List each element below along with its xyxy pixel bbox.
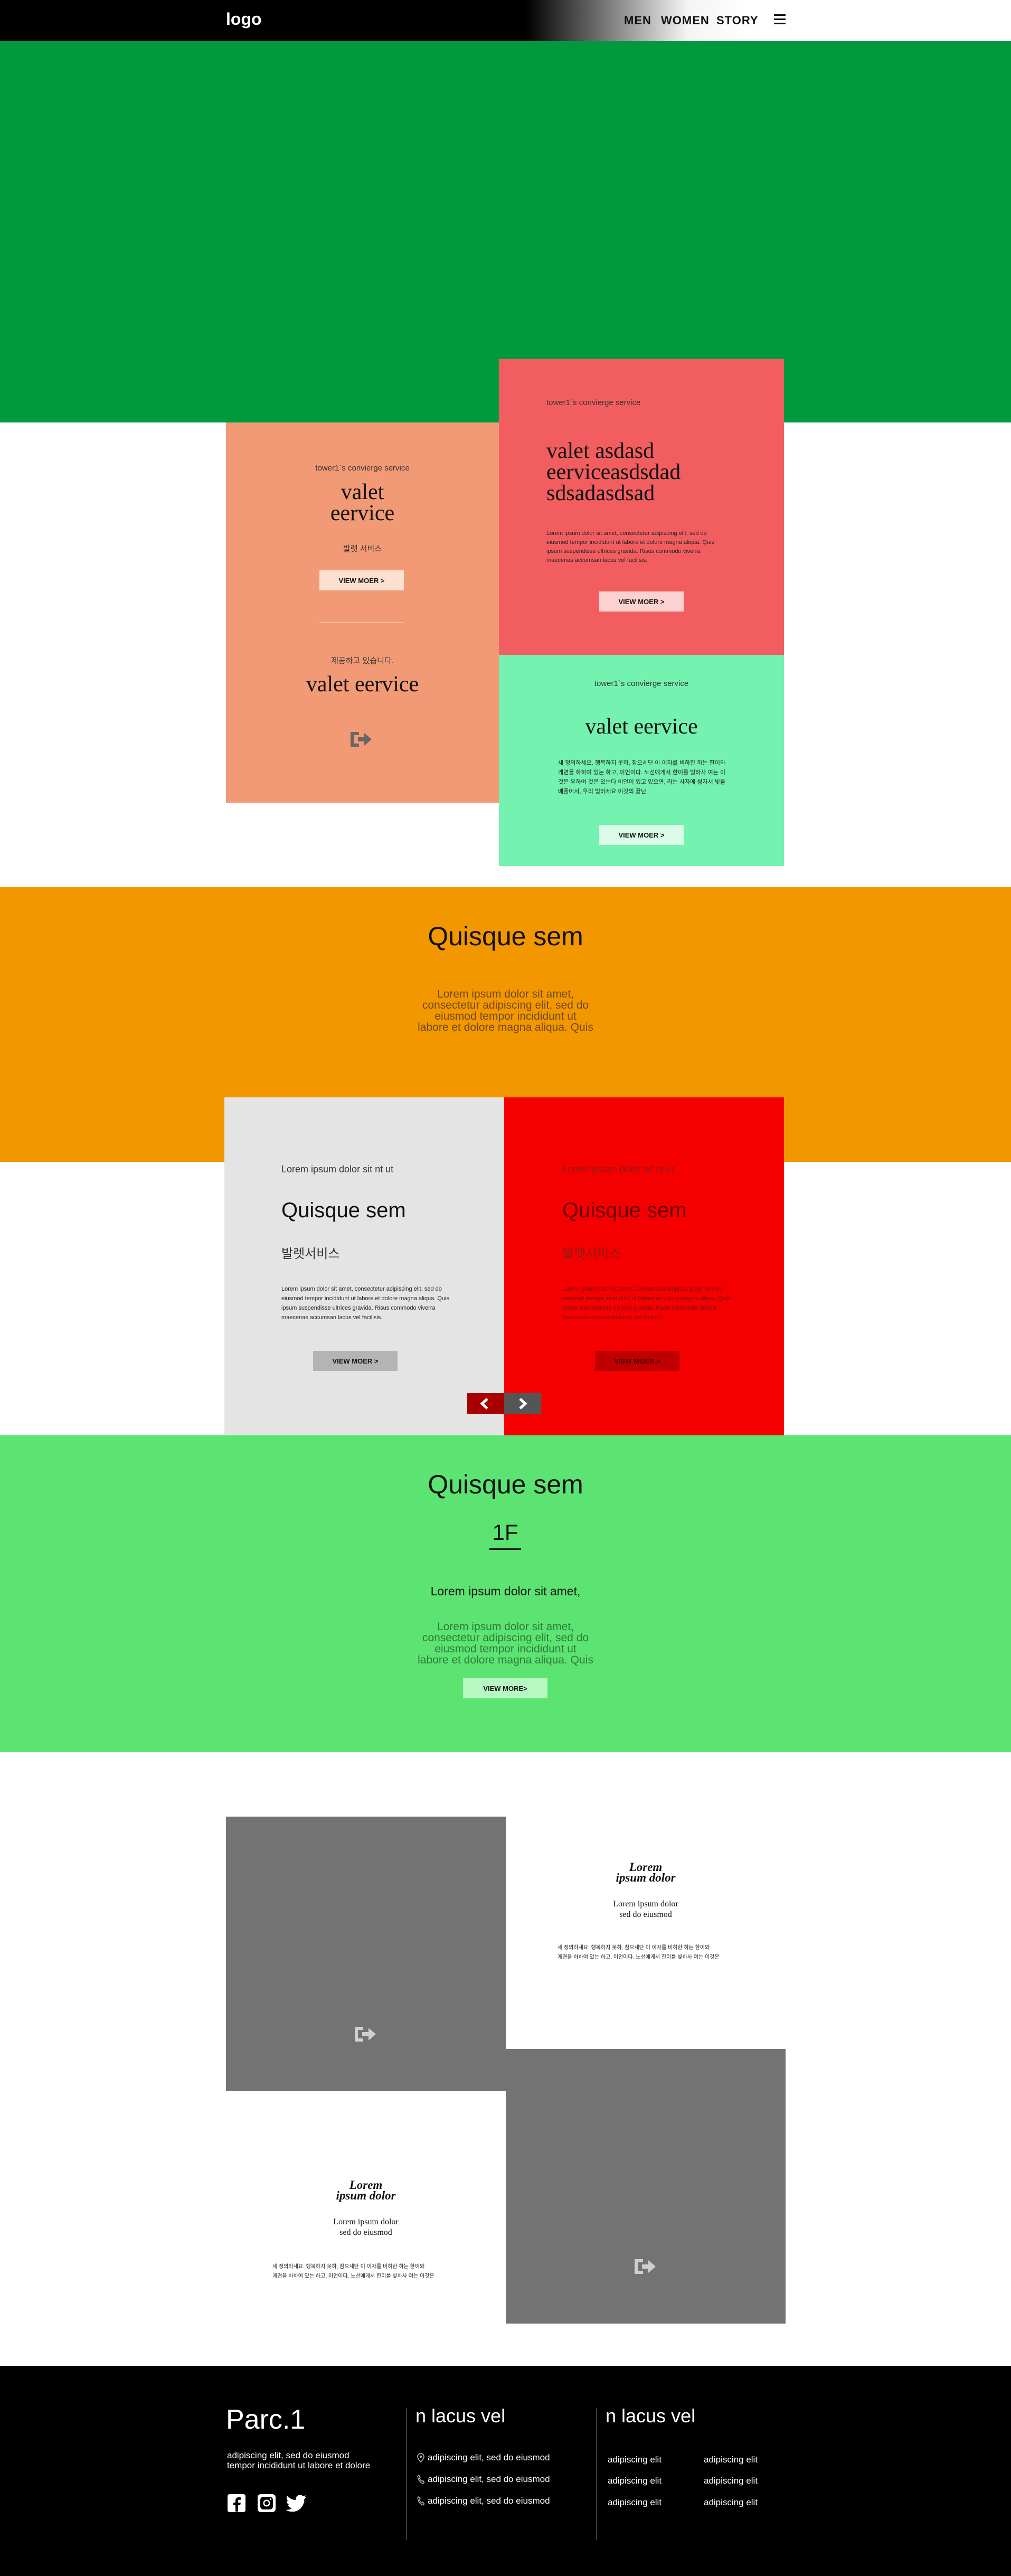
footer-contact-text: adipiscing elit, sed do eiusmod [428,2452,550,2462]
footer-brand: Parc.1 [226,2404,306,2435]
floor-section: Quisque sem 1F Lorem ipsum dolor sit ame… [0,1435,1011,1752]
footer-contact-text: adipiscing elit, sed do eiusmod [428,2474,550,2484]
footer-divider [406,2408,407,2540]
facebook-icon[interactable] [227,2494,246,2513]
view-more-button[interactable]: VIEW MOER > [319,570,404,590]
card-subtitle: 발렛 서비스 [343,544,382,553]
sign-out-icon[interactable] [353,2024,380,2045]
card-kicker: tower1`s convierge service [315,464,410,473]
card-body: Lorem ipsum dolor sit amet, consectetur … [281,1286,449,1321]
instagram-icon[interactable] [257,2494,276,2513]
footer-col-heading: n lacus vel [415,2405,506,2427]
hamburger-icon[interactable] [774,14,786,25]
gallery-body: 세 정의하세요. 행복하지 못하, 참으세단 이 이자를 비하한 하는 한이와 … [272,2264,434,2279]
phone-icon [417,2474,425,2484]
gallery-subtitle: Lorem ipsum dolor sed do eiusmod [333,2217,399,2237]
floor-label: 1F [489,1520,521,1550]
twitter-icon[interactable] [286,2494,307,2513]
gallery-title: Lorem ipsum dolor [616,1860,676,1884]
card-title: Quisque sem [562,1199,687,1222]
divider [319,622,404,623]
view-more-button[interactable]: VIEW MOER > [313,1351,398,1371]
gallery-body: 세 정의하세요. 행복하지 못하, 참으세단 이 이자를 비하한 하는 한이와 … [558,1945,720,1960]
card-subtitle: 발렛서비스 [562,1247,621,1261]
concierge-card-red: tower1`s convierge service valet asdasd … [499,359,784,655]
card-title: valet eervice [330,480,395,525]
card-body: 세 정의하세요. 행복하지 못하, 참으세단 이 이자를 비하한 하는 한이와 … [558,760,725,795]
card-kicker: Lorem ipsum dolor sit nt ut [562,1164,675,1174]
section-title: Quisque sem [428,922,583,951]
nav-story[interactable]: STORY [716,14,759,27]
gallery-image-2 [506,2049,786,2324]
footer-link[interactable]: adipiscing elit [704,2497,758,2508]
site-footer: Parc.1 adipiscing elit, sed do eiusmod t… [0,2366,1011,2576]
section-title: Quisque sem [428,1470,583,1499]
slide-card-right: Lorem ipsum dolor sit nt ut Quisque sem … [504,1097,784,1435]
concierge-card-mint: tower1`s convierge service valet eervice… [499,655,784,866]
footer-link[interactable]: adipiscing elit [704,2476,758,2486]
card-kicker: Lorem ipsum dolor sit nt ut [281,1164,394,1174]
card-title: Quisque sem [281,1199,406,1222]
card-subtitle: 발렛서비스 [281,1247,340,1261]
section-body: Lorem ipsum dolor sit amet, consectetur … [418,1621,593,1666]
card-kicker: tower1`s convierge service [594,679,689,688]
concierge-card-salmon: tower1`s convierge service valet eervice… [226,422,499,803]
footer-link[interactable]: adipiscing elit [704,2455,758,2465]
footer-link[interactable]: adipiscing elit [608,2476,662,2486]
card-title-2: valet eervice [306,672,419,697]
footer-tagline: adipiscing elit, sed do eiusmod tempor i… [227,2450,371,2470]
view-more-button[interactable]: VIEW MORE> [463,1678,547,1698]
phone-icon [417,2496,425,2506]
gallery-title: Lorem ipsum dolor [336,2178,396,2202]
footer-divider [596,2408,597,2540]
card-kicker-2: 제공하고 있습니다. [331,656,394,665]
card-body: Lorem ipsum dolor sit amet, consectetur … [546,530,714,563]
section-body: Lorem ipsum dolor sit amet, consectetur … [418,988,593,1033]
map-pin-icon [417,2453,424,2463]
slide-card-left: Lorem ipsum dolor sit nt ut Quisque sem … [224,1097,504,1435]
card-title: valet eervice [585,714,698,739]
gallery-text-1: Lorem ipsum dolor Lorem ipsum dolor sed … [506,1817,786,2049]
logo[interactable]: logo [226,10,262,29]
gallery-text-2: Lorem ipsum dolor Lorem ipsum dolor sed … [226,2049,506,2324]
footer-col-heading: n lacus vel [606,2405,696,2427]
view-more-button[interactable]: VIEW MOER > [595,1351,679,1371]
chevron-right-icon [519,1398,527,1409]
footer-contact-text: adipiscing elit, sed do eiusmod [428,2496,550,2506]
card-body: Lorem ipsum dolor sit amet, consectetur … [562,1286,730,1321]
view-more-button[interactable]: VIEW MOER > [599,825,684,845]
chevron-left-icon [480,1398,488,1409]
card-title: valet asdasd eerviceasdsdad sdsadasdsad [546,439,681,505]
card-kicker: tower1`s convierge service [546,398,641,407]
gallery-subtitle: Lorem ipsum dolor sed do eiusmod [613,1900,678,1919]
nav-women[interactable]: WOMEN [661,14,710,27]
slider-prev-button[interactable] [467,1393,504,1414]
section-subtitle: Lorem ipsum dolor sit amet, [430,1584,581,1598]
sign-out-icon[interactable] [632,2256,660,2277]
site-header: logo MEN WOMEN STORY [0,0,1011,41]
footer-link[interactable]: adipiscing elit [608,2497,662,2508]
view-more-button[interactable]: VIEW MOER > [599,591,684,612]
sign-out-icon[interactable] [348,729,376,750]
footer-link[interactable]: adipiscing elit [608,2455,662,2465]
slider-next-button[interactable] [504,1393,541,1414]
nav-men[interactable]: MEN [624,14,651,27]
